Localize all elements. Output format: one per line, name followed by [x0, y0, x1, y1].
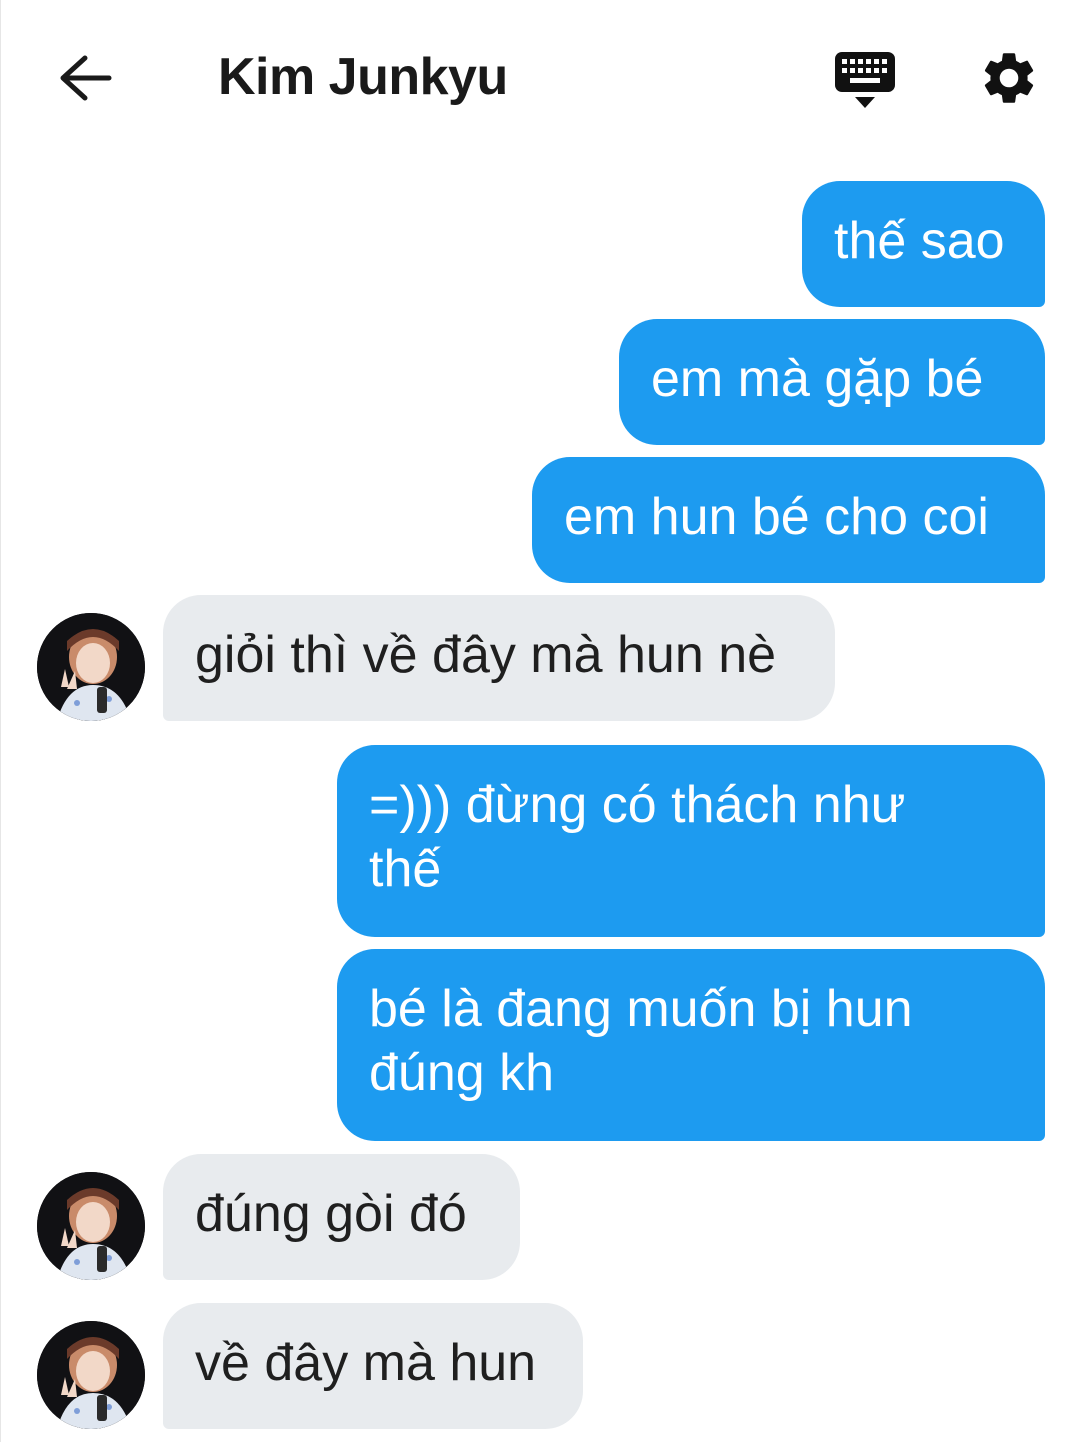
message-text: thế sao	[834, 212, 1005, 270]
received-message[interactable]: về đây mà hun	[163, 1303, 583, 1429]
sent-message[interactable]: =))) đừng có thách như thế	[337, 745, 1045, 937]
contact-avatar[interactable]	[37, 613, 145, 721]
settings-button[interactable]	[971, 40, 1047, 116]
message-text: bé là đang muốn bị hun đúng kh	[369, 980, 913, 1102]
back-button[interactable]	[49, 46, 121, 110]
chat-screen: Kim Junkyu thế sao em mà gặp bé em hun b…	[0, 0, 1080, 1442]
sent-message[interactable]: em hun bé cho coi	[532, 457, 1045, 583]
keyboard-toggle-button[interactable]	[827, 44, 903, 114]
contact-avatar[interactable]	[37, 1172, 145, 1280]
conversation-title[interactable]: Kim Junkyu	[218, 44, 508, 110]
sent-message[interactable]: em mà gặp bé	[619, 319, 1045, 445]
message-text: em hun bé cho coi	[564, 488, 989, 546]
received-message[interactable]: đúng gòi đó	[163, 1154, 520, 1280]
message-text: đúng gòi đó	[195, 1185, 467, 1243]
received-message[interactable]: giỏi thì về đây mà hun nè	[163, 595, 835, 721]
message-text: giỏi thì về đây mà hun nè	[195, 626, 777, 684]
message-text: em mà gặp bé	[651, 350, 984, 408]
sent-message[interactable]: thế sao	[802, 181, 1045, 307]
gear-icon	[984, 53, 1034, 103]
message-text: =))) đừng có thách như thế	[369, 776, 906, 898]
message-text: về đây mà hun	[195, 1334, 537, 1392]
arrow-left-icon	[60, 55, 112, 101]
sent-message[interactable]: bé là đang muốn bị hun đúng kh	[337, 949, 1045, 1141]
keyboard-icon	[835, 52, 895, 108]
contact-avatar[interactable]	[37, 1321, 145, 1429]
chat-header: Kim Junkyu	[1, 0, 1080, 150]
